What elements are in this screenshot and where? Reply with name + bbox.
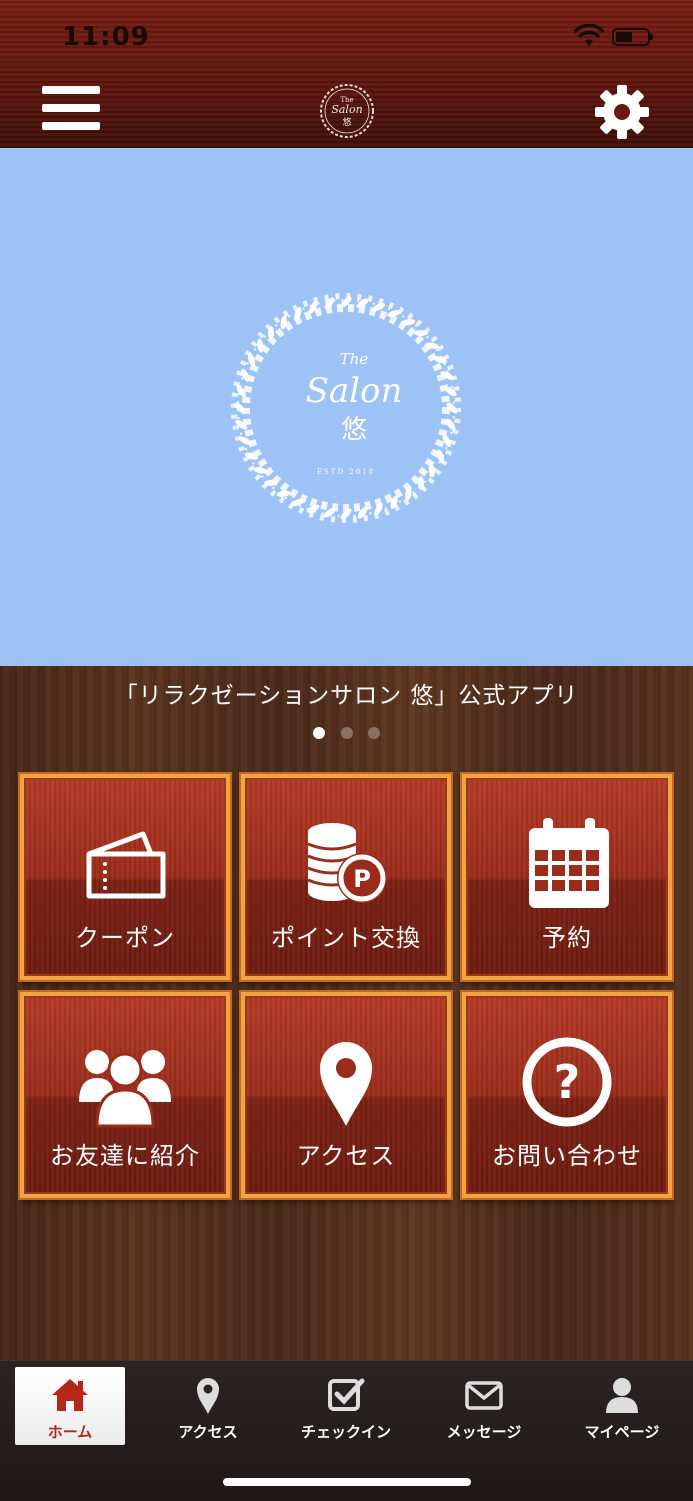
salon-logo-small: The Salon 悠	[320, 84, 374, 138]
tab-label: チェックイン	[300, 1423, 391, 1441]
calendar-icon	[529, 818, 609, 908]
users-icon	[79, 1050, 171, 1128]
hero-logo-estd: ESTD 2018	[317, 468, 375, 476]
salon-logo-large: The Salon 悠 ESTD 2018	[231, 293, 461, 523]
home-icon	[52, 1379, 88, 1411]
tile-access[interactable]: アクセス	[241, 992, 451, 1198]
tile-label: クーポン	[75, 924, 175, 952]
svg-text:?: ?	[554, 1055, 581, 1109]
tile-label: ポイント交換	[271, 924, 421, 952]
banner-caption: 「リラクゼーションサロン 悠」公式アプリ	[114, 683, 579, 709]
tab-label: メッセージ	[446, 1423, 522, 1441]
tile-label: お問い合わせ	[492, 1142, 642, 1170]
logo-small-salon: Salon	[331, 103, 362, 116]
carousel-dot[interactable]	[340, 727, 353, 739]
tab-message[interactable]: メッセージ	[429, 1367, 539, 1445]
gear-icon[interactable]	[594, 84, 650, 140]
coins-icon: P	[307, 823, 387, 903]
tab-mypage[interactable]: マイページ	[567, 1367, 677, 1445]
svg-text:P: P	[353, 865, 371, 893]
tab-home[interactable]: ホーム	[15, 1367, 125, 1445]
hero-logo-kanji: 悠	[341, 415, 367, 445]
map-pin-icon	[320, 1042, 372, 1126]
hero-logo-salon: Salon	[306, 371, 403, 411]
wifi-icon	[574, 24, 604, 46]
user-icon	[606, 1378, 638, 1413]
tab-access[interactable]: アクセス	[153, 1367, 263, 1445]
question-circle-icon: ?	[522, 1037, 612, 1127]
tile-label: お友達に紹介	[50, 1142, 200, 1170]
envelope-icon	[465, 1381, 503, 1410]
app-header: 11:09 The Salon 悠	[0, 0, 693, 148]
tab-checkin[interactable]: チェックイン	[291, 1367, 401, 1445]
carousel-dot[interactable]	[367, 727, 380, 739]
tile-label: 予約	[542, 924, 592, 952]
status-time: 11:09	[62, 22, 150, 52]
wreath-leaf	[280, 315, 287, 330]
tile-label: アクセス	[296, 1142, 396, 1170]
hero-banner[interactable]: The Salon 悠 ESTD 2018	[0, 148, 693, 666]
tile-contact[interactable]: ? お問い合わせ	[462, 992, 672, 1198]
tile-point-exchange[interactable]: P ポイント交換	[241, 774, 451, 980]
tab-label: アクセス	[178, 1423, 238, 1441]
tab-label: マイページ	[584, 1423, 660, 1441]
hamburger-menu-button[interactable]	[42, 86, 100, 136]
carousel-indicator	[0, 724, 693, 743]
logo-small-kanji: 悠	[342, 116, 351, 128]
tile-coupon[interactable]: クーポン	[20, 774, 230, 980]
battery-icon	[612, 28, 653, 46]
hero-logo-the: The	[340, 350, 369, 368]
checkbox-icon	[328, 1378, 365, 1411]
home-indicator	[223, 1478, 471, 1486]
tile-refer-friend[interactable]: お友達に紹介	[20, 992, 230, 1198]
map-pin-icon	[197, 1378, 219, 1414]
tile-reservation[interactable]: 予約	[462, 774, 672, 980]
carousel-dot[interactable]	[313, 727, 326, 739]
ticket-icon	[86, 831, 166, 899]
status-bar: 11:09	[0, 18, 693, 58]
tab-label: ホーム	[47, 1423, 93, 1441]
